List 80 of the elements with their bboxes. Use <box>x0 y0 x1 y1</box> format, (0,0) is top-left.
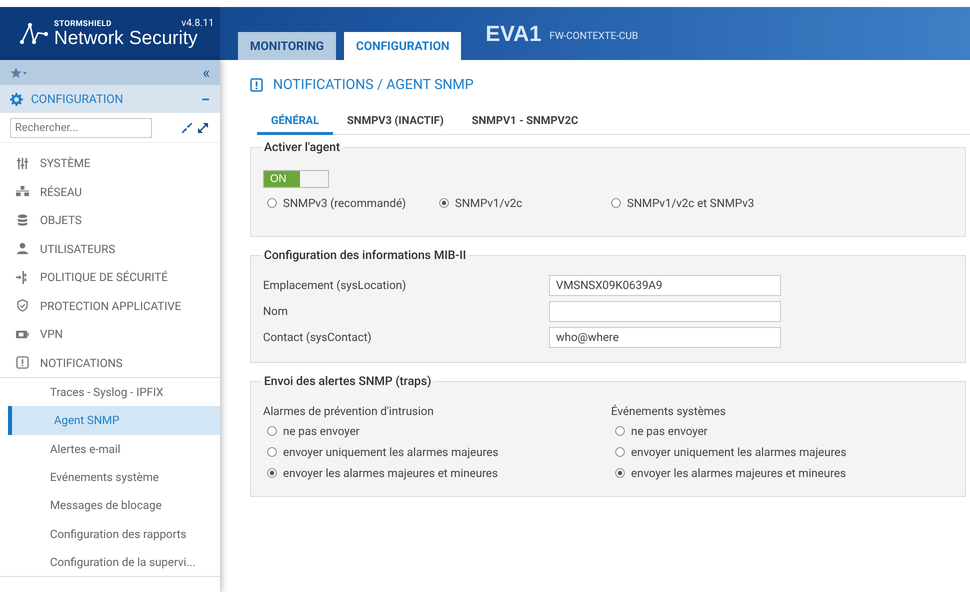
nav-subitem[interactable]: Messages de blocage <box>0 491 220 520</box>
logo-icon <box>20 22 48 46</box>
nav-item[interactable]: PROTECTION APPLICATIVE <box>0 292 220 320</box>
radio-option[interactable]: envoyer uniquement les alarmes majeures <box>263 443 611 460</box>
header-tab[interactable]: MONITORING <box>238 32 336 60</box>
shield-icon <box>16 299 29 312</box>
radio-button[interactable] <box>615 446 625 456</box>
radio-button[interactable] <box>267 446 277 456</box>
database-icon <box>16 214 29 227</box>
product-name: Network Security <box>54 29 199 49</box>
context-name: FW-CONTEXTE-CUB <box>549 31 638 42</box>
radio-label: ne pas envoyer <box>283 424 360 438</box>
radio-button[interactable] <box>439 198 449 208</box>
nav-item[interactable]: VPN <box>0 320 220 348</box>
nav-item[interactable]: NOTIFICATIONS <box>0 348 220 377</box>
gear-icon <box>10 92 23 106</box>
radio-button[interactable] <box>267 426 277 436</box>
header-tab[interactable]: CONFIGURATION <box>344 32 462 60</box>
search-field[interactable]: Rechercher... <box>10 118 152 138</box>
collapse-button[interactable]: « <box>202 64 210 80</box>
radio-option[interactable]: ne pas envoyer <box>611 422 953 439</box>
radio-label: envoyer les alarmes majeures et mineures <box>283 466 498 480</box>
section-legend: Activer l'agent <box>261 140 343 154</box>
brand-name: STORMSHIELD <box>54 19 112 28</box>
collapse-section-button[interactable]: − <box>201 90 210 108</box>
field-label: Nom <box>263 304 289 318</box>
tab[interactable]: GÉNÉRAL <box>257 110 334 135</box>
radio-option[interactable]: envoyer uniquement les alarmes majeures <box>611 443 953 460</box>
notification-icon <box>16 356 29 370</box>
radio-label: envoyer les alarmes majeures et mineures <box>631 466 846 480</box>
input-field[interactable] <box>549 300 781 322</box>
star-icon <box>10 66 28 78</box>
collapse-all-icon <box>182 122 192 132</box>
input-field[interactable]: who@where <box>549 326 781 348</box>
radio-label: SNMPv3 (recommandé) <box>283 196 406 210</box>
group-label: Alarmes de prévention d'intrusion <box>263 404 435 418</box>
system-settings-icon <box>16 156 29 170</box>
device-name: EVA1 <box>485 20 542 46</box>
nav-subitem[interactable]: Configuration des rapports <box>0 519 220 548</box>
notification-icon <box>250 78 263 92</box>
input-field[interactable]: VMSNSX09K0639A9 <box>549 274 781 296</box>
toggle-switch[interactable]: ON <box>263 170 329 188</box>
radio-label: envoyer uniquement les alarmes majeures <box>631 444 846 458</box>
nav-subitem[interactable]: Traces - Syslog - IPFIX <box>0 378 220 406</box>
radio-label: ne pas envoyer <box>631 424 708 438</box>
tab[interactable]: SNMPV1 - SNMPV2C <box>458 110 592 135</box>
network-icon <box>16 185 29 198</box>
tab[interactable]: SNMPV3 (INACTIF) <box>333 110 458 135</box>
nav-item[interactable]: SYSTÈME <box>0 149 220 178</box>
radio-option[interactable]: envoyer les alarmes majeures et mineures <box>611 464 953 481</box>
nav-item[interactable]: RÉSEAU <box>0 178 220 206</box>
nav-subitem[interactable]: Agent SNMP <box>8 406 220 435</box>
radio-option[interactable]: envoyer les alarmes majeures et mineures <box>263 464 611 481</box>
radio-button[interactable] <box>615 468 625 478</box>
radio-button[interactable] <box>615 426 625 436</box>
policy-icon <box>16 270 29 284</box>
page-title: NOTIFICATIONS / AGENT SNMP <box>273 77 474 93</box>
radio-button[interactable] <box>611 198 621 208</box>
user-icon <box>16 242 29 256</box>
radio-option[interactable]: ne pas envoyer <box>263 422 611 439</box>
radio-option[interactable]: SNMPv3 (recommandé) <box>267 196 439 210</box>
section-legend: Configuration des informations MIB-II <box>261 248 470 262</box>
radio-option[interactable]: SNMPv1/v2c <box>439 196 611 210</box>
nav-subitem[interactable]: Alertes e-mail <box>0 434 220 463</box>
nav-item[interactable]: OBJETS <box>0 206 220 234</box>
field-label: Emplacement (sysLocation) <box>263 278 408 292</box>
field-label: Contact (sysContact) <box>263 330 372 344</box>
nav-subitem[interactable]: Configuration de la supervi... <box>0 548 220 576</box>
nav-subitem[interactable]: Evénements système <box>0 462 220 492</box>
nav-item[interactable]: UTILISATEURS <box>0 234 220 263</box>
version-label: v4.8.11 <box>181 18 214 29</box>
radio-label: SNMPv1/v2c <box>455 196 522 210</box>
radio-label: envoyer uniquement les alarmes majeures <box>283 444 498 458</box>
radio-button[interactable] <box>267 198 277 208</box>
radio-button[interactable] <box>267 468 277 478</box>
nav-item[interactable]: POLITIQUE DE SÉCURITÉ <box>0 263 220 292</box>
expand-all-icon <box>198 122 208 132</box>
section-legend: Envoi des alertes SNMP (traps) <box>261 374 434 388</box>
group-label: Événements systèmes <box>611 404 727 418</box>
section-label: CONFIGURATION <box>31 92 124 106</box>
